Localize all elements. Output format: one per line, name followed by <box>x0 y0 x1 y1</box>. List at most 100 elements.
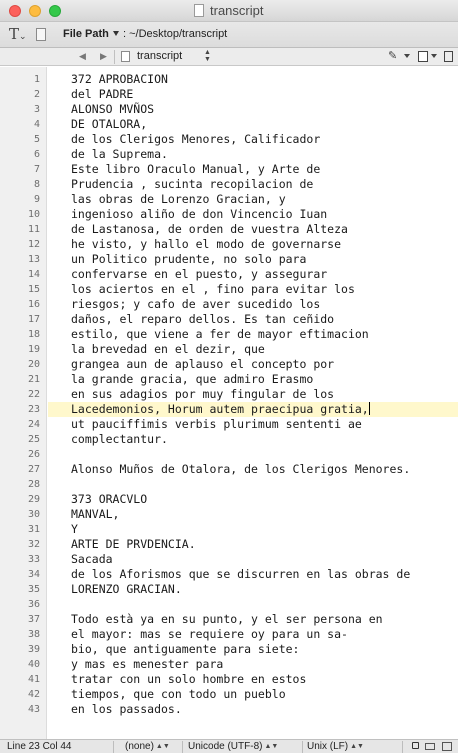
line-number: 38 <box>27 629 40 640</box>
file-icon[interactable] <box>36 28 46 41</box>
text-line[interactable]: Alonso Muños de Otalora, de los Clerigos… <box>48 462 458 477</box>
split-icon[interactable] <box>442 742 452 751</box>
text-line[interactable]: 373 ORACVLO <box>48 492 458 507</box>
line-number: 34 <box>27 569 40 580</box>
divider <box>302 741 303 753</box>
line-number: 23 <box>27 404 40 415</box>
line-number: 21 <box>27 374 40 385</box>
text-line[interactable]: tiempos, que con todo un pueblo <box>48 687 458 702</box>
text-line[interactable]: grangea aun de aplauso el concepto por <box>48 357 458 372</box>
text-line[interactable]: estilo, que viene a fer de mayor eftimac… <box>48 327 458 342</box>
forward-arrow-icon[interactable]: ▶ <box>100 51 107 62</box>
text-line[interactable]: 372 APROBACION <box>48 72 458 87</box>
document-popup[interactable]: transcript <box>137 50 182 62</box>
minimize-window-button[interactable] <box>29 5 41 17</box>
text-line[interactable]: el mayor: mas se requiere oy para un sa- <box>48 627 458 642</box>
text-line[interactable]: de la Suprema. <box>48 147 458 162</box>
text-line[interactable]: en los passados. <box>48 702 458 717</box>
text-line[interactable]: de los Aforismos que se discurren en las… <box>48 567 458 582</box>
cursor-position: Line 23 Col 44 <box>7 741 72 752</box>
text-cursor-icon[interactable]: T⌄ <box>9 25 27 43</box>
pen-icon[interactable]: ✎ <box>388 49 397 62</box>
line-number: 41 <box>27 674 40 685</box>
text-line[interactable]: ALONSO MVÑOS <box>48 102 458 117</box>
line-number: 2 <box>33 89 40 100</box>
text-line[interactable]: de Lastanosa, de orden de vuestra Alteza <box>48 222 458 237</box>
divider <box>114 50 115 64</box>
line-number: 32 <box>27 539 40 550</box>
line-number: 24 <box>27 419 40 430</box>
text-line[interactable]: en sus adagios por muy fingular de los <box>48 387 458 402</box>
navigation-bar: ◀ ▶ transcript ▲ ▼ ✎ <box>0 48 458 66</box>
text-editor[interactable]: 372 APROBACION del PADRE ALONSO MVÑOS DE OT… <box>48 67 458 739</box>
text-line[interactable]: tratar con un solo hombre en estos <box>48 672 458 687</box>
line-number: 31 <box>27 524 40 535</box>
line-number: 25 <box>27 434 40 445</box>
text-line[interactable]: LORENZO GRACIAN. <box>48 582 458 597</box>
updown-arrows-icon: ▲▼ <box>264 743 279 750</box>
text-line[interactable]: las obras de Lorenzo Gracian, y <box>48 192 458 207</box>
text-line[interactable]: Sacada <box>48 552 458 567</box>
document-icon <box>121 51 130 62</box>
text-line[interactable]: los aciertos en el , fino para evitar lo… <box>48 282 458 297</box>
chevron-down-icon[interactable] <box>404 54 410 58</box>
updown-arrows-icon: ▲▼ <box>155 743 170 750</box>
chevron-down-icon[interactable] <box>113 31 119 36</box>
zoom-window-button[interactable] <box>49 5 61 17</box>
line-number: 42 <box>27 689 40 700</box>
text-line[interactable]: DE OTALORA, <box>48 117 458 132</box>
text-line[interactable]: ingenioso aliño de don Vincencio Iuan <box>48 207 458 222</box>
line-number: 12 <box>27 239 40 250</box>
text-line[interactable]: la brevedad en el dezir, que <box>48 342 458 357</box>
text-line[interactable]: del PADRE <box>48 87 458 102</box>
text-line[interactable]: Este libro Oraculo Manual, y Arte de <box>48 162 458 177</box>
split-view-icon[interactable] <box>444 51 453 62</box>
line-number: 27 <box>27 464 40 475</box>
line-number: 22 <box>27 389 40 400</box>
line-number: 8 <box>33 179 40 190</box>
line-number: 3 <box>33 104 40 115</box>
text-line[interactable]: ut pauciffimis verbis plurimum sententi … <box>48 417 458 432</box>
text-line[interactable]: Lacedemonios, Horum autem praecipua grat… <box>48 402 458 417</box>
line-number: 40 <box>27 659 40 670</box>
line-number: 37 <box>27 614 40 625</box>
text-line[interactable]: de los Clerigos Menores, Calificador <box>48 132 458 147</box>
syntax-popup[interactable]: (none) ▲▼ <box>125 740 170 753</box>
line-number: 5 <box>33 134 40 145</box>
text-line[interactable]: bio, que antiguamente para siete: <box>48 642 458 657</box>
back-arrow-icon[interactable]: ◀ <box>79 51 86 62</box>
text-line[interactable]: ARTE DE PRVDENCIA. <box>48 537 458 552</box>
text-line[interactable]: un Politico prudente, no solo para <box>48 252 458 267</box>
line-number: 28 <box>27 479 40 490</box>
text-line[interactable]: he visto, y hallo el modo de governarse <box>48 237 458 252</box>
document-info-icon[interactable] <box>418 51 428 62</box>
text-line[interactable]: Prudencia , sucinta recopilacion de <box>48 177 458 192</box>
text-line[interactable] <box>48 447 458 462</box>
text-line[interactable]: MANVAL, <box>48 507 458 522</box>
chevron-down-icon[interactable] <box>431 54 437 58</box>
text-line[interactable] <box>48 477 458 492</box>
line-endings-popup[interactable]: Unix (LF) ▲▼ <box>307 740 364 753</box>
encoding-popup[interactable]: Unicode (UTF-8) ▲▼ <box>188 740 278 753</box>
line-number: 6 <box>33 149 40 160</box>
lock-icon[interactable] <box>412 742 419 749</box>
text-line[interactable]: complectantur. <box>48 432 458 447</box>
text-line[interactable]: confervarse en el puesto, y assegurar <box>48 267 458 282</box>
line-number: 9 <box>33 194 40 205</box>
text-line[interactable]: Y <box>48 522 458 537</box>
text-line[interactable]: riesgos; y cafo de aver sucedido los <box>48 297 458 312</box>
file-path-label[interactable]: File Path <box>63 28 109 40</box>
scroll-icon[interactable] <box>425 743 435 750</box>
updown-arrows-icon[interactable]: ▲ ▼ <box>204 49 211 63</box>
divider <box>182 741 183 753</box>
file-path-value: : ~/Desktop/transcript <box>123 28 228 40</box>
divider <box>113 741 114 753</box>
text-line[interactable] <box>48 597 458 612</box>
text-line[interactable]: Todo està ya en su punto, y el ser perso… <box>48 612 458 627</box>
line-number: 17 <box>27 314 40 325</box>
line-number: 30 <box>27 509 40 520</box>
text-line[interactable]: y mas es menester para <box>48 657 458 672</box>
text-line[interactable]: daños, el reparo dellos. Es tan ceñido <box>48 312 458 327</box>
close-window-button[interactable] <box>9 5 21 17</box>
text-line[interactable]: la grande gracia, que admiro Erasmo <box>48 372 458 387</box>
